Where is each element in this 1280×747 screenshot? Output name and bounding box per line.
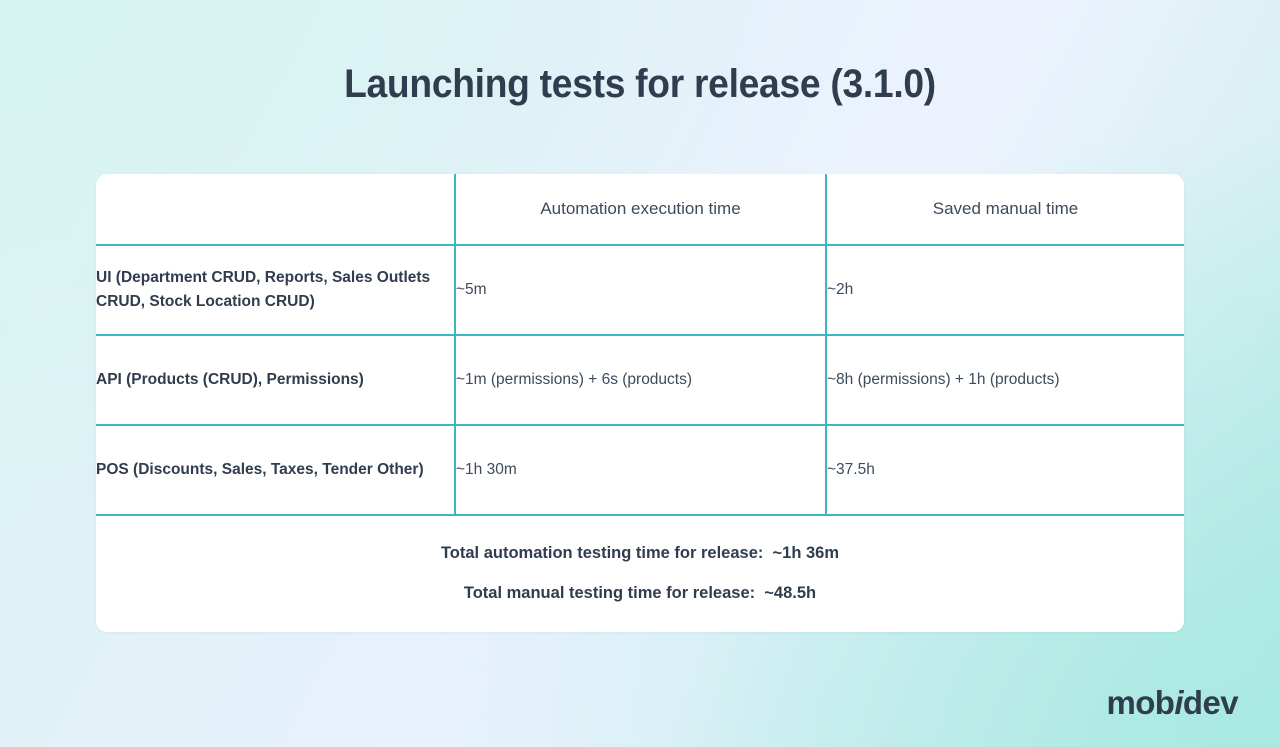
row-automation-ui: ~5m	[454, 245, 826, 336]
row-scope-pos: POS (Discounts, Sales, Taxes, Tender Oth…	[96, 425, 455, 516]
results-card: Automation execution time Saved manual t…	[96, 174, 1184, 632]
row-saved-pos: ~37.5h	[825, 425, 1184, 516]
column-header-automation-execution-time: Automation execution time	[454, 174, 826, 246]
row-scope-ui: UI (Department CRUD, Reports, Sales Outl…	[96, 245, 455, 336]
logo-text-i: i	[1174, 684, 1183, 721]
mobidev-logo: mobidev	[1106, 686, 1238, 719]
page-title: Launching tests for release (3.1.0)	[344, 62, 936, 106]
total-manual-testing-time: Total manual testing time for release: ~…	[463, 584, 817, 602]
table-row: POS (Discounts, Sales, Taxes, Tender Oth…	[96, 425, 1184, 516]
totals-section: Total automation testing time for releas…	[96, 516, 1184, 603]
table-header-row: Automation execution time Saved manual t…	[96, 174, 1184, 246]
column-header-scope	[96, 174, 455, 246]
table-row: API (Products (CRUD), Permissions) ~1m (…	[96, 335, 1184, 426]
table-row: UI (Department CRUD, Reports, Sales Outl…	[96, 245, 1184, 336]
row-automation-pos: ~1h 30m	[454, 425, 826, 516]
total-automation-testing-time: Total automation testing time for releas…	[440, 544, 840, 562]
column-header-saved-manual-time: Saved manual time	[825, 174, 1184, 246]
row-saved-api: ~8h (permissions) + 1h (products)	[825, 335, 1184, 426]
logo-text-part1: mob	[1106, 684, 1175, 721]
logo-text-part2: dev	[1182, 684, 1239, 721]
test-results-table: Automation execution time Saved manual t…	[96, 174, 1184, 516]
row-automation-api: ~1m (permissions) + 6s (products)	[454, 335, 826, 426]
row-scope-api: API (Products (CRUD), Permissions)	[96, 335, 455, 426]
row-saved-ui: ~2h	[825, 245, 1184, 336]
